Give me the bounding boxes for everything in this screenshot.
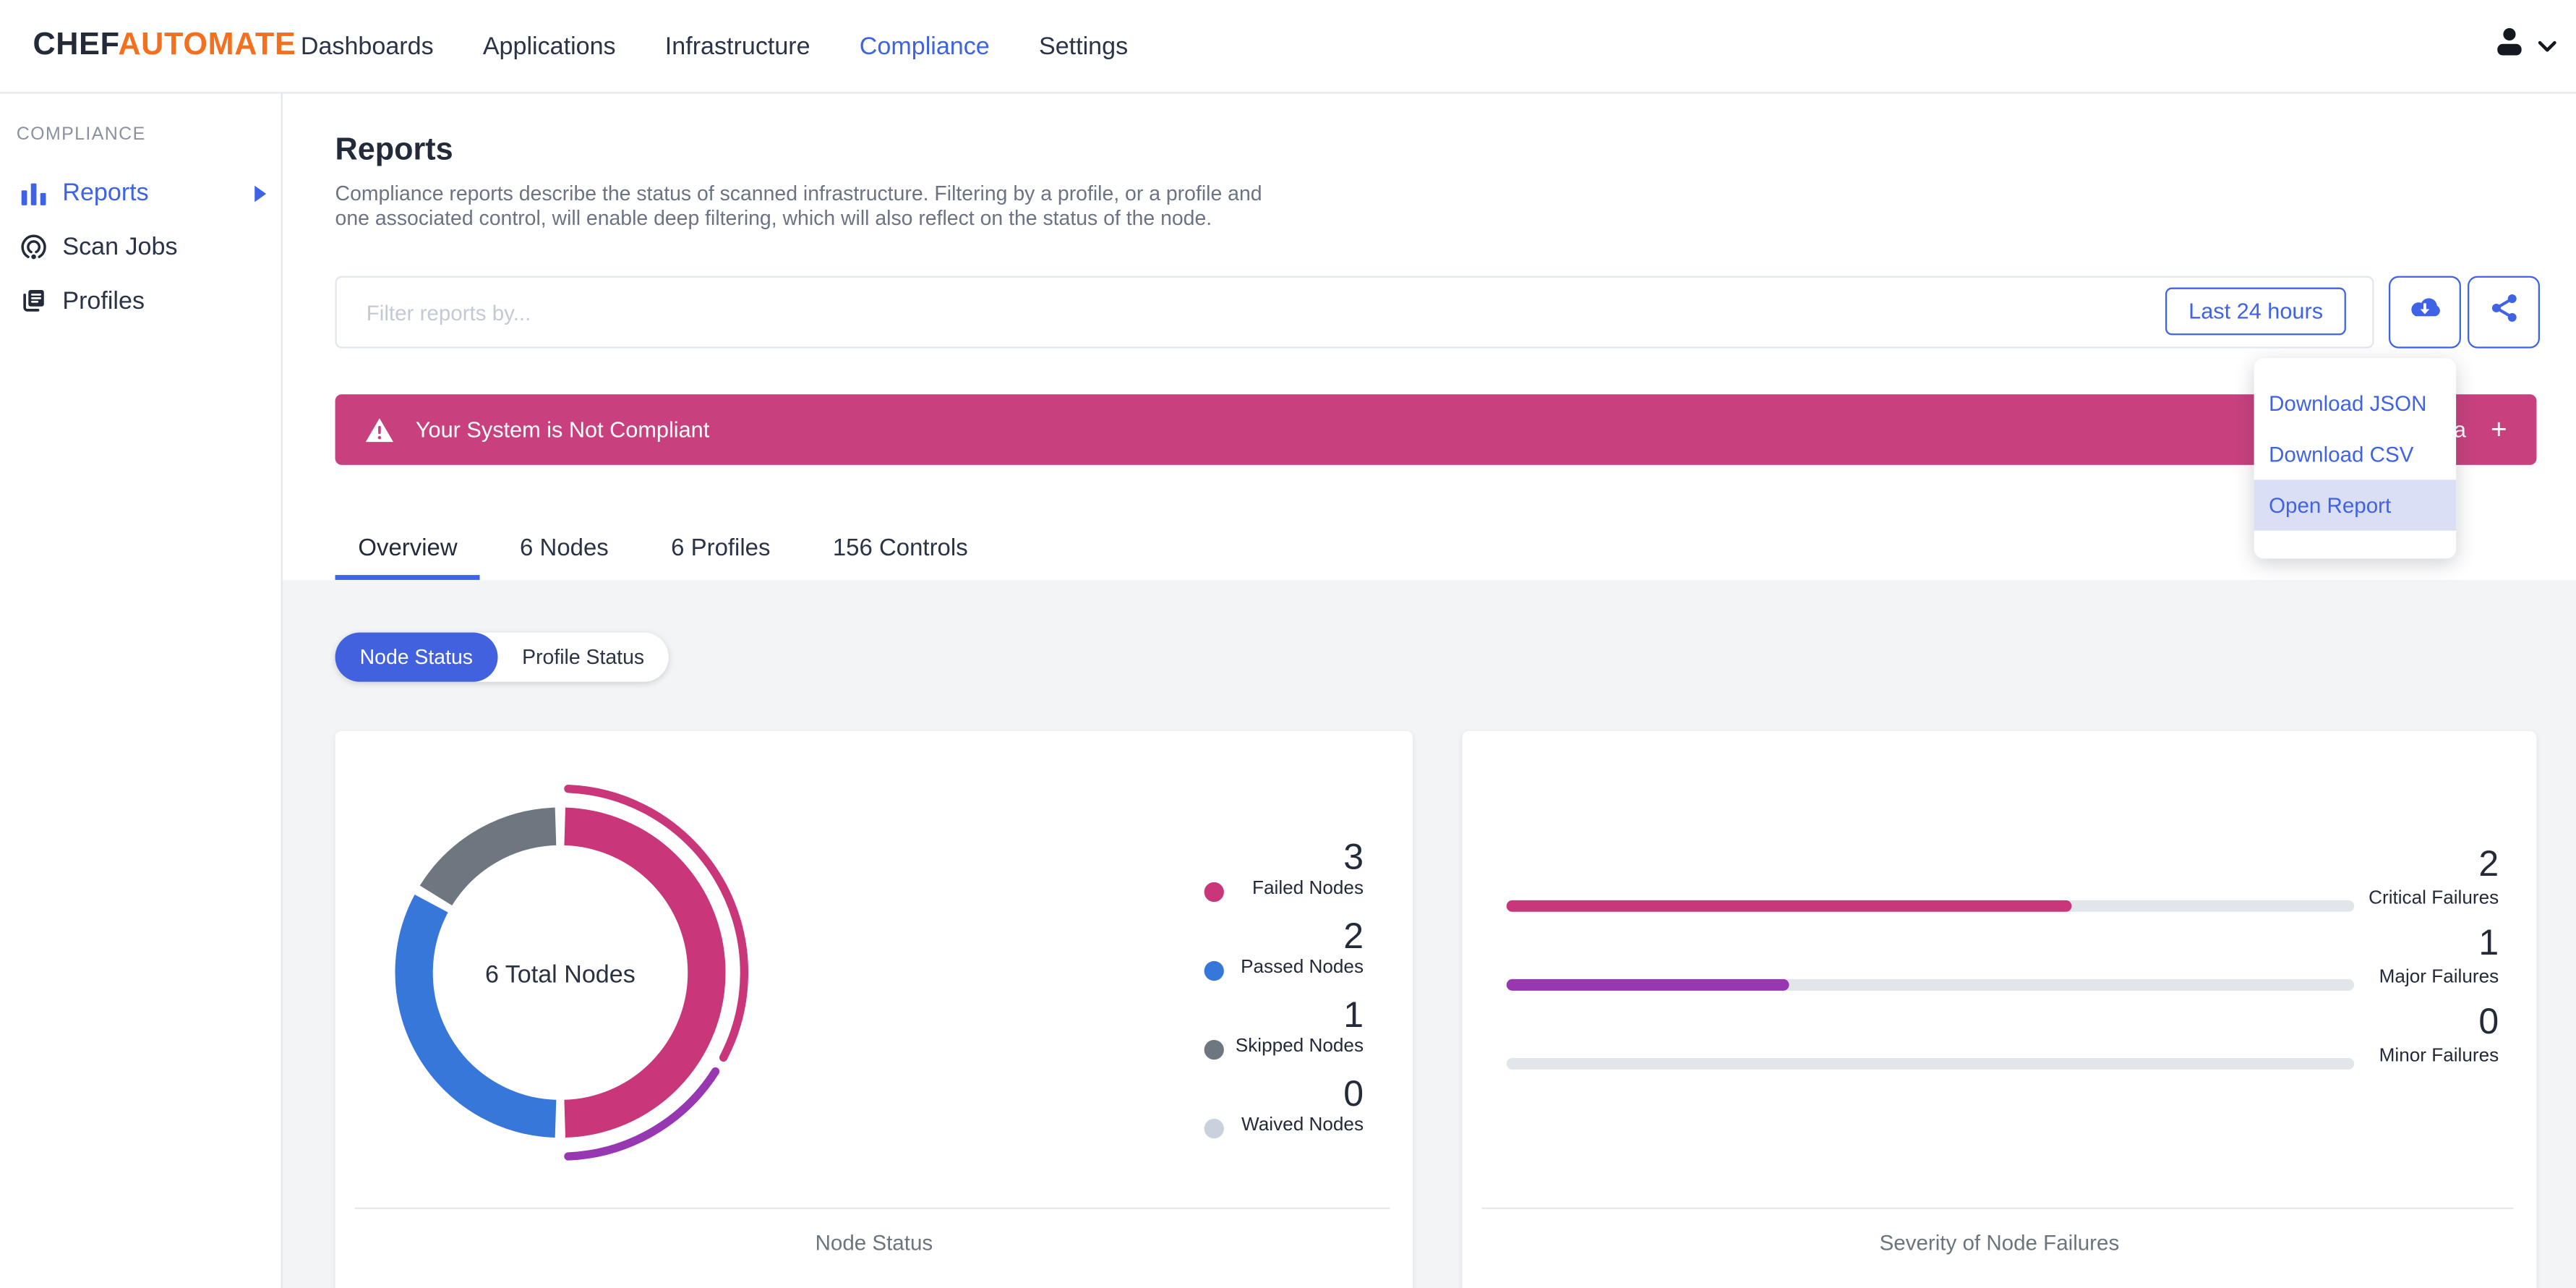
minor-bar-track	[1506, 1057, 2355, 1070]
severity-row-major: 1 Major Failures	[1462, 921, 2536, 1004]
chevron-down-icon	[2538, 31, 2556, 61]
critical-count: 2	[2478, 843, 2499, 884]
critical-label: Critical Failures	[2369, 888, 2499, 909]
share-icon	[2488, 292, 2519, 332]
legend-item-passed[interactable]: 2 Passed Nodes	[1100, 918, 1364, 997]
scan-icon	[20, 234, 48, 262]
user-menu[interactable]	[2492, 25, 2556, 67]
time-range-button[interactable]: Last 24 hours	[2165, 287, 2346, 336]
legend-label: Waived Nodes	[1241, 1115, 1364, 1135]
nav-item-settings[interactable]: Settings	[1039, 32, 1128, 60]
toggle-node-status[interactable]: Node Status	[335, 632, 498, 682]
critical-bar-fill	[1506, 900, 2072, 912]
expand-arrow-icon[interactable]	[254, 184, 267, 202]
menu-item-open-report[interactable]: Open Report	[2254, 479, 2457, 531]
nav-item-applications[interactable]: Applications	[483, 32, 616, 60]
top-nav: CHEFAUTOMATE Dashboards Applications Inf…	[0, 0, 2576, 94]
tab-nodes[interactable]: 6 Nodes	[497, 522, 631, 580]
filter-reports-input[interactable]	[363, 298, 2373, 326]
severity-row-minor: 0 Minor Failures	[1462, 1000, 2536, 1083]
main-nav: Dashboards Applications Infrastructure C…	[301, 32, 1128, 60]
bar-chart-icon	[20, 179, 48, 208]
page-title: Reports	[335, 133, 453, 168]
minor-count: 0	[2478, 1000, 2499, 1042]
nav-item-infrastructure[interactable]: Infrastructure	[665, 32, 810, 60]
filter-bar: Last 24 hours	[335, 276, 2374, 349]
sidebar-item-reports[interactable]: Reports	[0, 166, 281, 220]
legend-label: Failed Nodes	[1252, 879, 1364, 899]
waived-count: 0	[1343, 1072, 1364, 1114]
card-divider	[354, 1207, 1390, 1209]
major-label: Major Failures	[2379, 968, 2499, 988]
failed-dot-icon	[1204, 882, 1224, 903]
card-divider	[1481, 1207, 2514, 1209]
node-status-footer: Node Status	[815, 1230, 933, 1255]
logo-automate: AUTOMATE	[118, 27, 296, 63]
download-button[interactable]	[2388, 276, 2461, 349]
node-status-legend: 3 Failed Nodes 2 Passed Nodes 1 Skipped …	[1100, 836, 1364, 1155]
nav-item-compliance[interactable]: Compliance	[860, 32, 990, 60]
legend-item-failed[interactable]: 3 Failed Nodes	[1100, 836, 1364, 918]
skipped-dot-icon	[1204, 1039, 1224, 1060]
main-content: Reports Compliance reports describe the …	[282, 93, 2576, 1288]
severity-row-critical: 2 Critical Failures	[1462, 843, 2536, 925]
waived-dot-icon	[1204, 1119, 1224, 1139]
nav-item-dashboards[interactable]: Dashboards	[301, 32, 434, 60]
download-dropdown-menu: Download JSON Download CSV Open Report	[2254, 358, 2457, 559]
tab-controls[interactable]: 156 Controls	[810, 522, 990, 580]
sidebar-item-label: Reports	[62, 179, 149, 208]
profiles-icon	[20, 288, 48, 316]
legend-label: Passed Nodes	[1241, 958, 1364, 978]
report-tabs: Overview 6 Nodes 6 Profiles 156 Controls	[335, 522, 1008, 580]
severity-footer: Severity of Node Failures	[1879, 1230, 2120, 1255]
passed-count: 2	[1343, 915, 1364, 957]
legend-item-skipped[interactable]: 1 Skipped Nodes	[1100, 997, 1364, 1076]
menu-item-download-json[interactable]: Download JSON	[2254, 378, 2456, 428]
major-bar-track	[1506, 978, 2355, 991]
plus-icon[interactable]: +	[2491, 413, 2507, 445]
app-logo[interactable]: CHEFAUTOMATE	[33, 28, 296, 64]
share-button[interactable]	[2468, 276, 2541, 349]
passed-dot-icon	[1204, 960, 1224, 981]
node-status-card: 6 Total Nodes 3 Failed Nodes 2 Passed No…	[335, 730, 1413, 1288]
page-description: Compliance reports describe the status o…	[335, 182, 1262, 229]
sidebar-item-label: Scan Jobs	[62, 233, 178, 262]
sidebar-item-scan-jobs[interactable]: Scan Jobs	[0, 220, 281, 274]
user-avatar-icon	[2492, 25, 2527, 67]
failed-count: 3	[1343, 836, 1364, 878]
warning-icon	[364, 417, 394, 443]
tab-overview[interactable]: Overview	[335, 522, 481, 580]
sidebar-item-label: Profiles	[62, 287, 145, 316]
toggle-profile-status[interactable]: Profile Status	[497, 633, 669, 682]
tab-profiles[interactable]: 6 Profiles	[648, 522, 793, 580]
major-bar-fill	[1506, 978, 1789, 991]
legend-label: Skipped Nodes	[1235, 1036, 1364, 1057]
legend-item-waived[interactable]: 0 Waived Nodes	[1100, 1072, 1364, 1155]
critical-bar-track	[1506, 900, 2355, 912]
severity-card: 2 Critical Failures 1 Major Failures 0 M…	[1462, 730, 2537, 1288]
chef-automate-app: CHEFAUTOMATE Dashboards Applications Inf…	[0, 0, 2576, 1288]
cloud-download-icon	[2405, 289, 2445, 336]
menu-item-download-csv[interactable]: Download CSV	[2254, 429, 2456, 479]
logo-chef: CHEF	[33, 27, 119, 63]
donut-center-label: 6 Total Nodes	[484, 960, 636, 989]
minor-label: Minor Failures	[2379, 1046, 2499, 1067]
status-toggle: Node Status Profile Status	[335, 632, 669, 682]
sidebar-section-label: COMPLIANCE	[16, 124, 146, 145]
banner-message: Your System is Not Compliant	[415, 417, 710, 443]
compliance-banner: Your System is Not Compliant Report Meta…	[335, 394, 2537, 465]
skipped-count: 1	[1343, 994, 1364, 1036]
sidebar-item-profiles[interactable]: Profiles	[0, 274, 281, 328]
major-count: 1	[2478, 921, 2499, 963]
sidebar: COMPLIANCE Reports Scan Jobs Profiles	[0, 93, 283, 1288]
